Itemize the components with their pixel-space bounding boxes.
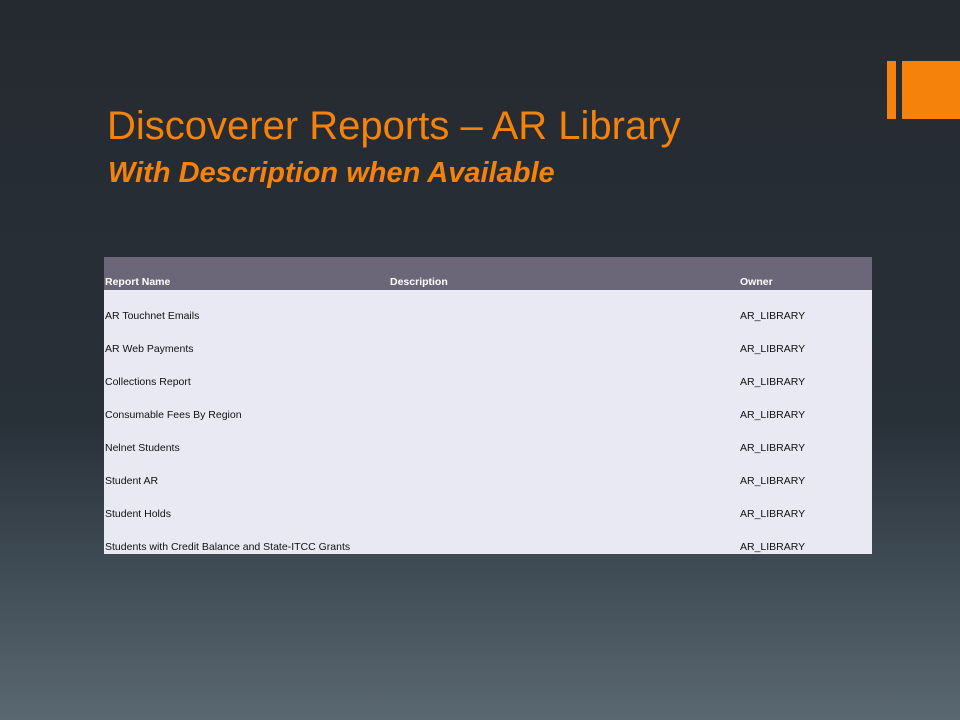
cell-report-name: Students with Credit Balance and State-I… — [105, 541, 351, 553]
cell-report-name: Collections Report — [105, 376, 191, 388]
cell-description — [389, 389, 739, 422]
cell-owner: AR_LIBRARY — [740, 442, 806, 454]
cell-report-name: Nelnet Students — [105, 442, 180, 454]
cell-owner: AR_LIBRARY — [740, 343, 806, 355]
cell-report-name: AR Web Payments — [105, 343, 194, 355]
header-owner: Owner — [740, 276, 773, 288]
table-row: AR Web Payments AR_LIBRARY — [104, 323, 872, 356]
table-header-row: Report Name Description Owner — [104, 257, 872, 290]
header-report-name: Report Name — [105, 276, 171, 288]
slide-subtitle: With Description when Available — [108, 157, 555, 189]
table-row: Student Holds AR_LIBRARY — [104, 488, 872, 521]
cell-owner: AR_LIBRARY — [740, 541, 806, 553]
table-row: Consumable Fees By Region AR_LIBRARY — [104, 389, 872, 422]
cell-description — [389, 521, 739, 554]
cell-report-name: Student AR — [105, 475, 159, 487]
cell-owner: AR_LIBRARY — [740, 310, 806, 322]
accent-block-decoration — [902, 61, 960, 119]
cell-owner: AR_LIBRARY — [740, 409, 806, 421]
cell-report-name: AR Touchnet Emails — [105, 310, 200, 322]
accent-bar-decoration — [887, 61, 896, 119]
cell-description — [389, 455, 739, 488]
table-row: Students with Credit Balance and State-I… — [104, 521, 872, 554]
table-row: Collections Report AR_LIBRARY — [104, 356, 872, 389]
cell-description — [389, 356, 739, 389]
cell-owner: AR_LIBRARY — [740, 508, 806, 520]
cell-description — [389, 290, 739, 323]
cell-description — [389, 488, 739, 521]
cell-description — [389, 422, 739, 455]
cell-report-name: Consumable Fees By Region — [105, 409, 242, 421]
slide-title: Discoverer Reports – AR Library — [107, 104, 681, 148]
cell-owner: AR_LIBRARY — [740, 376, 806, 388]
table-row: Nelnet Students AR_LIBRARY — [104, 422, 872, 455]
table-row: AR Touchnet Emails AR_LIBRARY — [104, 290, 872, 323]
table-row: Student AR AR_LIBRARY — [104, 455, 872, 488]
header-description: Description — [390, 276, 448, 288]
cell-report-name: Student Holds — [105, 508, 171, 520]
cell-description — [389, 323, 739, 356]
cell-owner: AR_LIBRARY — [740, 475, 806, 487]
reports-table: Report Name Description Owner AR Touchne… — [104, 257, 872, 554]
